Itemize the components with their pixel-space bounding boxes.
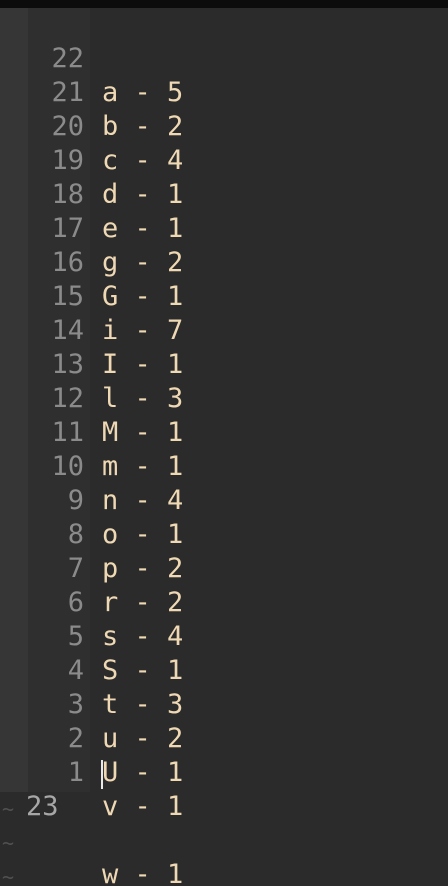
buffer-line-20[interactable]: 20 c - 4 xyxy=(0,76,448,176)
line-text[interactable]: v - 1 xyxy=(102,790,183,824)
buffer-line-16[interactable]: 16 G - 1 xyxy=(0,212,448,312)
buffer-line-8[interactable]: 8 p - 2 xyxy=(0,484,448,584)
current-line[interactable]: 23 w - 1 xyxy=(0,756,448,886)
buffer-line-17[interactable]: 17 g - 2 xyxy=(0,178,448,278)
buffer-line-2[interactable]: 2 U - 1 xyxy=(0,688,448,788)
tilde-marker: ~ xyxy=(2,865,15,886)
buffer-line-13[interactable]: 13 l - 3 xyxy=(0,314,448,414)
buffer-line-10[interactable]: 10 n - 4 xyxy=(0,416,448,516)
window-top-bar xyxy=(0,0,448,8)
buffer-line-19[interactable]: 19 d - 1 xyxy=(0,110,448,210)
text-buffer[interactable]: 22 a - 5 21 b - 2 20 c - 4 19 d - 1 18 e… xyxy=(0,8,448,886)
buffer-line-3[interactable]: 3 u - 2 xyxy=(0,654,448,754)
tilde-marker: ~ xyxy=(2,797,15,821)
buffer-line-1[interactable]: 1 v - 1 xyxy=(0,722,448,822)
buffer-line-11[interactable]: 11 m - 1 xyxy=(0,382,448,482)
buffer-line-9[interactable]: 9 o - 1 xyxy=(0,450,448,550)
buffer-line-21[interactable]: 21 b - 2 xyxy=(0,42,448,142)
buffer-line-15[interactable]: 15 i - 7 xyxy=(0,246,448,346)
tilde-marker: ~ xyxy=(2,831,15,855)
buffer-line-12[interactable]: 12 M - 1 xyxy=(0,348,448,448)
buffer-line-4[interactable]: 4 t - 3 xyxy=(0,620,448,720)
buffer-line-6[interactable]: 6 s - 4 xyxy=(0,552,448,652)
buffer-line-5[interactable]: 5 S - 1 xyxy=(0,586,448,686)
buffer-line-22[interactable]: 22 a - 5 xyxy=(0,8,448,108)
empty-line-markers: ~ ~ ~ xyxy=(0,792,40,886)
line-text[interactable]: w - 1 xyxy=(102,858,183,886)
buffer-line-14[interactable]: 14 I - 1 xyxy=(0,280,448,380)
editor-window[interactable]: 22 a - 5 21 b - 2 20 c - 4 19 d - 1 18 e… xyxy=(0,0,448,886)
text-cursor xyxy=(101,760,103,789)
buffer-line-18[interactable]: 18 e - 1 xyxy=(0,144,448,244)
buffer-line-7[interactable]: 7 r - 2 xyxy=(0,518,448,618)
